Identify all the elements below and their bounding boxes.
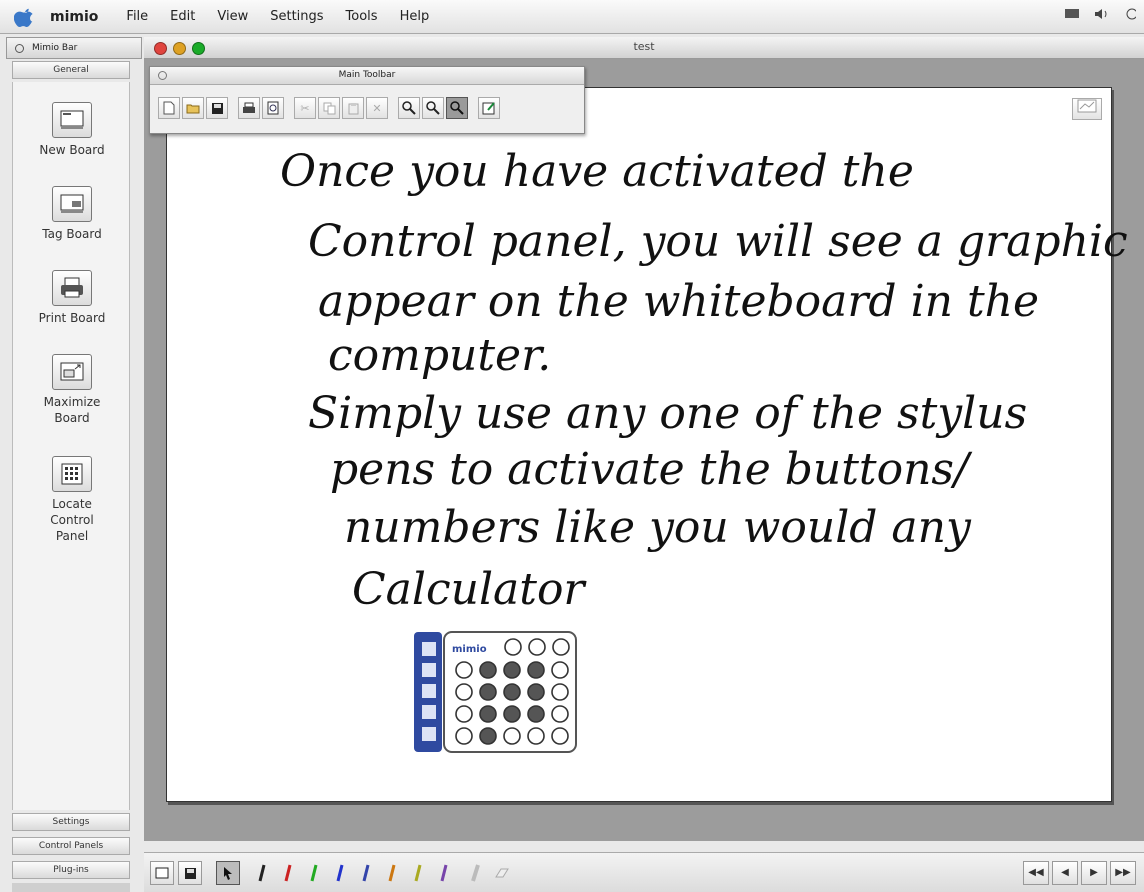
paste-icon[interactable] — [342, 97, 364, 119]
tag-board-label: Tag Board — [42, 227, 102, 241]
print-board-icon — [52, 270, 92, 306]
copy-icon[interactable] — [318, 97, 340, 119]
display-icon[interactable] — [1064, 8, 1080, 20]
new-board-button[interactable]: New Board — [13, 102, 131, 158]
print-preview-icon[interactable] — [262, 97, 284, 119]
menu-tools[interactable]: Tools — [346, 9, 378, 24]
eraser-icon[interactable] — [492, 861, 512, 885]
save-disk-icon[interactable] — [206, 97, 228, 119]
main-toolbar-title: Main Toolbar — [338, 70, 396, 80]
new-board-icon — [52, 102, 92, 138]
previous-page-icon[interactable]: ◀ — [1052, 861, 1078, 885]
tab-plug-ins[interactable]: Plug-ins — [12, 861, 130, 879]
locate-control-panel-label: Locate Control Panel — [50, 497, 94, 543]
tab-general[interactable]: General — [12, 61, 130, 79]
whiteboard-canvas[interactable] — [166, 87, 1112, 802]
menu-extras — [1064, 7, 1136, 21]
close-icon[interactable] — [158, 71, 167, 80]
board-corner-button[interactable] — [1072, 98, 1102, 120]
pen-icon[interactable] — [278, 861, 298, 885]
maximize-board-button[interactable]: Maximize Board — [13, 354, 131, 426]
zoom-fit-icon[interactable] — [446, 97, 468, 119]
menu-help[interactable]: Help — [400, 9, 430, 24]
menu-view[interactable]: View — [217, 9, 248, 24]
menu-edit[interactable]: Edit — [170, 9, 195, 24]
window-title: test — [633, 40, 655, 53]
main-toolbar-buttons: ✂ ✕ — [158, 97, 502, 119]
cut-icon[interactable]: ✂ — [294, 97, 316, 119]
pen-icon[interactable] — [304, 861, 324, 885]
pen-icon[interactable] — [382, 861, 402, 885]
board-view-icon[interactable] — [150, 861, 174, 885]
bottom-tool-palette: ◀◀ ◀ ▶ ▶▶ — [144, 852, 1144, 892]
open-folder-icon[interactable] — [182, 97, 204, 119]
close-icon[interactable] — [15, 43, 24, 53]
tag-board-button[interactable]: Tag Board — [13, 186, 131, 242]
new-board-label: New Board — [39, 143, 105, 157]
pen-icon[interactable] — [356, 861, 376, 885]
main-toolbar-palette[interactable]: Main Toolbar ✂ ✕ — [149, 66, 585, 134]
mimio-bar-title[interactable]: Mimio Bar — [6, 37, 142, 59]
mimio-bar-panel: New Board Tag Board Print Board Maximize… — [12, 82, 130, 810]
delete-icon[interactable]: ✕ — [366, 97, 388, 119]
tab-control-panels[interactable]: Control Panels — [12, 837, 130, 855]
first-page-icon[interactable]: ◀◀ — [1023, 861, 1049, 885]
next-page-icon[interactable]: ▶ — [1081, 861, 1107, 885]
main-toolbar-title-bar[interactable]: Main Toolbar — [150, 67, 584, 85]
locate-control-panel-button[interactable]: Locate Control Panel — [13, 456, 131, 544]
volume-icon[interactable] — [1094, 7, 1110, 21]
menu-settings[interactable]: Settings — [270, 9, 323, 24]
tag-board-icon — [52, 186, 92, 222]
board-thumbnail-icon — [1077, 99, 1097, 113]
pen-icon[interactable] — [330, 861, 350, 885]
print-board-button[interactable]: Print Board — [13, 270, 131, 326]
tab-settings[interactable]: Settings — [12, 813, 130, 831]
apple-icon[interactable] — [14, 6, 36, 28]
page-navigation: ◀◀ ◀ ▶ ▶▶ — [1023, 861, 1136, 885]
maximize-board-label: Maximize Board — [43, 395, 101, 425]
app-name-menu[interactable]: mimio — [50, 9, 98, 25]
control-panel-icon — [52, 456, 92, 492]
eraser-pen-icon[interactable] — [466, 861, 486, 885]
mimio-bar-title-label: Mimio Bar — [32, 43, 78, 53]
zoom-in-icon[interactable] — [398, 97, 420, 119]
pen-icon[interactable] — [252, 861, 272, 885]
print-board-label: Print Board — [38, 311, 106, 325]
ink-export-icon[interactable] — [478, 97, 500, 119]
drawing-tools — [150, 861, 518, 885]
maximize-board-icon — [52, 354, 92, 390]
window-title-bar[interactable]: test — [144, 37, 1144, 59]
pen-icon[interactable] — [408, 861, 428, 885]
save-icon[interactable] — [178, 861, 202, 885]
mimio-bar-resize-handle[interactable] — [12, 883, 130, 892]
pen-icon[interactable] — [434, 861, 454, 885]
menu-file[interactable]: File — [126, 9, 148, 24]
zoom-out-icon[interactable] — [422, 97, 444, 119]
new-document-icon[interactable] — [158, 97, 180, 119]
clock-icon[interactable] — [1124, 7, 1136, 21]
select-arrow-icon[interactable] — [216, 861, 240, 885]
menu-bar: mimio File Edit View Settings Tools Help — [0, 0, 1144, 34]
last-page-icon[interactable]: ▶▶ — [1110, 861, 1136, 885]
print-icon[interactable] — [238, 97, 260, 119]
